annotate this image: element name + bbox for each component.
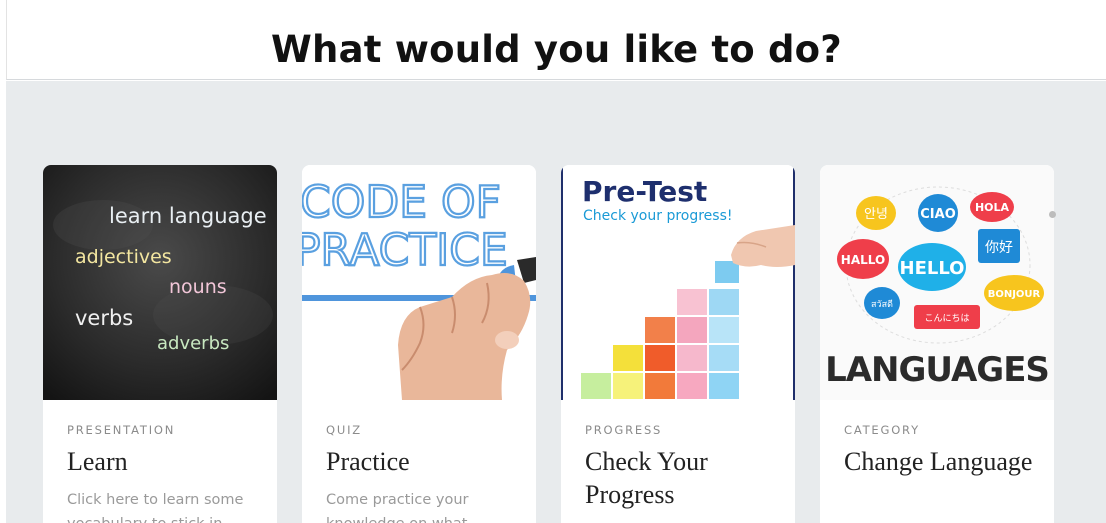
card-practice[interactable]: CODE OF PRACTICE QUIZ Practice Come prac… — [302, 165, 536, 523]
card-title[interactable]: Practice — [326, 445, 516, 478]
bubble-sawasdee: สวัสดี — [871, 299, 893, 310]
card-category: QUIZ — [326, 423, 362, 437]
bubble-annyeong: 안녕 — [864, 207, 888, 222]
page-header: What would you like to do? — [6, 0, 1106, 80]
chalk-word-nouns: nouns — [169, 276, 227, 298]
chalk-word-adverbs: adverbs — [157, 333, 229, 354]
card-learn[interactable]: learn language adjectives nouns verbs ad… — [43, 165, 277, 523]
pretest-subtitle: Check your progress! — [583, 208, 733, 224]
practice-word-code-of: CODE OF — [302, 177, 501, 228]
chalk-word-learn-language: learn language — [109, 204, 267, 228]
card-category: PRESENTATION — [67, 423, 176, 437]
practice-word-practice: PRACTICE — [302, 225, 508, 276]
bubble-nihao: 你好 — [985, 240, 1013, 256]
card-practice-image[interactable]: CODE OF PRACTICE — [302, 165, 536, 400]
bubble-hola: HOLA — [975, 201, 1010, 214]
card-language[interactable]: 안녕 CIAO HOLA HALLO HELLO 你好 สวัสดี BONJO… — [820, 165, 1054, 523]
bubble-hello: HELLO — [900, 258, 965, 279]
card-title[interactable]: Learn — [67, 445, 257, 478]
page-title: What would you like to do? — [271, 28, 842, 71]
chalk-word-verbs: verbs — [75, 306, 133, 330]
card-language-image[interactable]: 안녕 CIAO HOLA HALLO HELLO 你好 สวัสดี BONJO… — [820, 165, 1054, 400]
card-progress[interactable]: Pre-Test Check your progress! PROGRESS C… — [561, 165, 795, 523]
card-title[interactable]: Check Your Progress — [585, 445, 775, 511]
card-title[interactable]: Change Language — [844, 445, 1034, 478]
bubble-konnichiwa: こんにちは — [924, 313, 969, 324]
card-category: CATEGORY — [844, 423, 920, 437]
bubble-hallo: HALLO — [841, 253, 885, 267]
bubble-ciao: CIAO — [920, 207, 956, 222]
card-progress-image[interactable]: Pre-Test Check your progress! — [561, 165, 795, 400]
carousel-dot[interactable] — [1049, 211, 1056, 218]
pretest-title: Pre-Test — [582, 175, 707, 208]
card-learn-image[interactable]: learn language adjectives nouns verbs ad… — [43, 165, 277, 400]
languages-heading: LANGUAGES — [825, 350, 1049, 390]
main-content: learn language adjectives nouns verbs ad… — [6, 81, 1106, 523]
card-description: Click here to learn some vocabulary to s… — [67, 492, 244, 523]
card-description: Come practice your knowledge on what — [326, 492, 469, 523]
bubble-bonjour: BONJOUR — [988, 289, 1041, 300]
chalk-word-adjectives: adjectives — [75, 246, 172, 268]
card-category: PROGRESS — [585, 423, 663, 437]
